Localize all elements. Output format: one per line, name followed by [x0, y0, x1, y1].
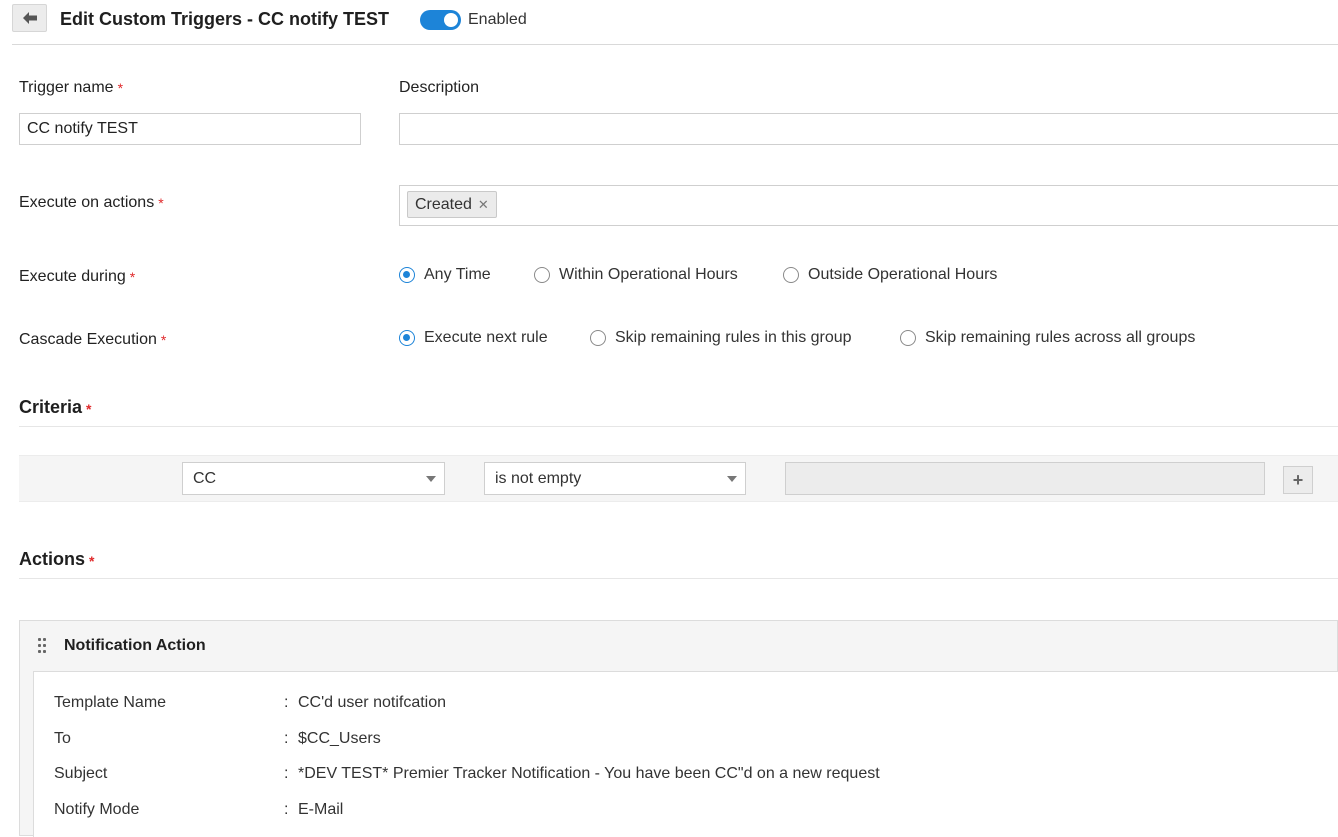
detail-row-notify-mode: Notify Mode: E-Mail: [54, 801, 344, 818]
tag-remove-icon[interactable]: ✕: [478, 192, 489, 217]
trigger-name-label: Trigger name *: [19, 79, 124, 96]
detail-row-subject: Subject: *DEV TEST* Premier Tracker Notif…: [54, 765, 880, 782]
chevron-down-icon: [727, 476, 737, 482]
notification-action-card: Notification Action Template Name: CC'd u…: [19, 620, 1338, 837]
actions-divider: [19, 578, 1338, 579]
enabled-label: Enabled: [468, 11, 527, 28]
radio-icon: [783, 267, 799, 283]
criteria-title: Criteria *: [19, 397, 92, 417]
criteria-field-select[interactable]: CC: [182, 462, 445, 495]
tag-created: Created ✕: [407, 191, 497, 218]
criteria-row: CC is not empty +: [19, 455, 1338, 502]
radio-skip-all-groups[interactable]: Skip remaining rules across all groups: [900, 329, 1195, 347]
action-card-title: Notification Action: [64, 637, 206, 654]
execute-during-label: Execute during *: [19, 268, 136, 285]
chevron-down-icon: [426, 476, 436, 482]
radio-icon: [534, 267, 550, 283]
radio-execute-next-rule[interactable]: Execute next rule: [399, 329, 548, 347]
add-criteria-button[interactable]: +: [1283, 466, 1313, 494]
radio-selected-icon: [399, 267, 415, 283]
criteria-operator-select[interactable]: is not empty: [484, 462, 746, 495]
radio-within-operational-hours[interactable]: Within Operational Hours: [534, 266, 738, 284]
description-input[interactable]: [399, 113, 1338, 145]
enabled-toggle[interactable]: [420, 10, 461, 30]
plus-icon: +: [1292, 469, 1304, 490]
action-card-body: Template Name: CC'd user notifcation To: $…: [33, 671, 1338, 837]
execute-on-actions-label: Execute on actions *: [19, 194, 164, 211]
execute-on-actions-input[interactable]: Created ✕: [399, 185, 1338, 226]
description-label: Description: [399, 79, 480, 96]
drag-handle-icon[interactable]: [38, 638, 48, 654]
action-card-header: Notification Action: [20, 621, 1337, 671]
criteria-value-input[interactable]: [785, 462, 1265, 495]
actions-title: Actions *: [19, 549, 95, 569]
detail-row-template-name: Template Name: CC'd user notifcation: [54, 694, 447, 711]
radio-icon: [900, 330, 916, 346]
back-button[interactable]: [12, 4, 47, 32]
radio-icon: [590, 330, 606, 346]
radio-outside-operational-hours[interactable]: Outside Operational Hours: [783, 266, 997, 284]
cascade-execution-label: Cascade Execution *: [19, 331, 167, 348]
radio-any-time[interactable]: Any Time: [399, 266, 491, 284]
radio-skip-group[interactable]: Skip remaining rules in this group: [590, 329, 852, 347]
page-title: Edit Custom Triggers - CC notify TEST: [60, 9, 390, 29]
detail-row-to: To: $CC_Users: [54, 730, 381, 747]
trigger-name-input[interactable]: CC notify TEST: [19, 113, 361, 145]
header-divider: [12, 44, 1338, 45]
radio-selected-icon: [399, 330, 415, 346]
arrow-left-icon: [22, 12, 37, 24]
criteria-divider: [19, 426, 1338, 427]
